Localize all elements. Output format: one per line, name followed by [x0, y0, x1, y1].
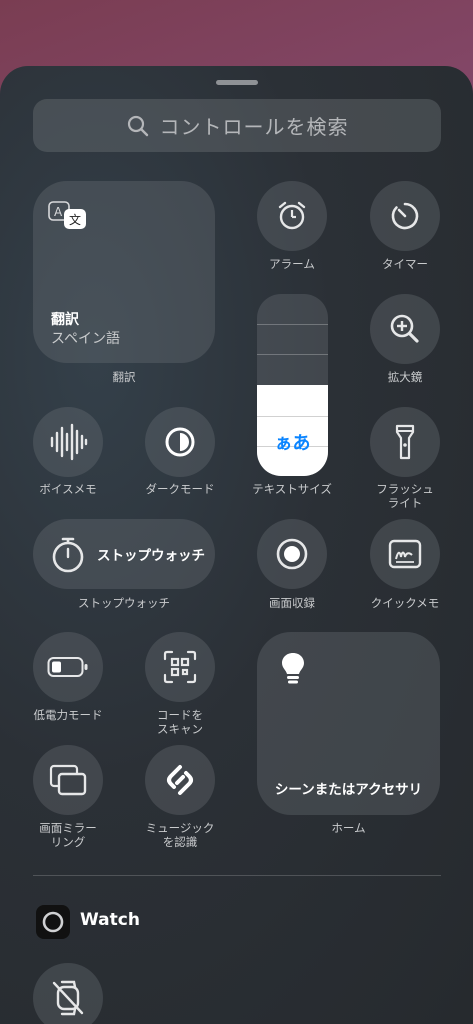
lightbulb-icon [282, 653, 304, 684]
alarm-label: アラーム [269, 257, 315, 271]
timer-button[interactable] [370, 181, 440, 251]
translate-subtitle: スペイン語 [51, 331, 121, 347]
search-icon [127, 115, 148, 136]
stopwatch-icon [52, 537, 84, 573]
search-field[interactable]: コントロールを検索 [33, 99, 441, 152]
text-size-tick [257, 416, 328, 417]
svg-text:文: 文 [69, 212, 81, 227]
stopwatch-caption: ストップウォッチ [78, 596, 170, 610]
text-size-tick [257, 324, 328, 325]
battery-icon [47, 657, 88, 677]
shazam-icon [167, 765, 193, 795]
screen-record-button[interactable] [257, 519, 327, 589]
text-size-glyph: ぁあ [274, 433, 311, 454]
voice-memo-label: ボイスメモ [39, 482, 97, 496]
watch-slash-icon [52, 980, 84, 1016]
qr-scan-icon [163, 650, 197, 684]
code-scanner-label: コードを スキャン [157, 708, 203, 736]
svg-text:A: A [54, 205, 63, 219]
voice-memo-button[interactable] [33, 407, 103, 477]
magnifier-button[interactable] [370, 294, 440, 364]
flashlight-icon [395, 424, 415, 460]
screen-record-label: 画面収録 [269, 596, 315, 610]
alarm-icon [278, 201, 306, 230]
translate-tile[interactable]: A 文 翻訳 スペイン語 [33, 181, 215, 363]
search-placeholder: コントロールを検索 [159, 115, 349, 139]
translate-caption: 翻訳 [112, 370, 136, 384]
section-divider [33, 875, 441, 876]
text-size-slider[interactable]: ぁあ [257, 294, 328, 476]
quick-note-label: クイックメモ [370, 596, 440, 610]
record-icon [276, 538, 308, 570]
sheet-grabber[interactable] [216, 80, 258, 85]
home-caption: ホーム [331, 821, 366, 835]
flashlight-button[interactable] [370, 407, 440, 477]
quick-note-button[interactable] [370, 519, 440, 589]
magnifier-icon [390, 314, 419, 343]
stopwatch-tile[interactable]: ストップウォッチ [33, 519, 215, 589]
magnifier-label: 拡大鏡 [387, 370, 423, 384]
dark-mode-button[interactable] [145, 407, 215, 477]
screen-mirroring-label: 画面ミラー リング [39, 821, 97, 849]
music-recognition-label: ミュージック を認識 [145, 821, 215, 849]
translate-icon: A 文 [48, 201, 86, 229]
watch-app-icon [36, 905, 70, 939]
dark-mode-label: ダークモード [145, 482, 215, 496]
code-scanner-button[interactable] [145, 632, 215, 702]
control-center-sheet: コントロールを検索 A 文 翻訳 スペイン語 翻訳 アラーム タイマー ぁあ テ… [0, 66, 473, 1024]
text-size-label: テキストサイズ [252, 482, 332, 496]
text-size-tick [257, 354, 328, 355]
watch-section-title: Watch [80, 910, 140, 930]
dark-mode-icon [165, 427, 195, 457]
low-power-button[interactable] [33, 632, 103, 702]
home-title: シーンまたはアクセサリ [274, 782, 423, 798]
quick-note-icon [388, 539, 422, 569]
home-tile[interactable]: シーンまたはアクセサリ [257, 632, 440, 815]
screen-mirroring-button[interactable] [33, 745, 103, 815]
flashlight-label: フラッシュ ライト [376, 482, 434, 510]
timer-label: タイマー [382, 257, 428, 271]
translate-title: 翻訳 [51, 312, 79, 328]
alarm-button[interactable] [257, 181, 327, 251]
waveform-icon [50, 423, 88, 461]
watch-icon [42, 911, 64, 933]
watch-unlock-button[interactable] [33, 963, 103, 1024]
timer-icon [391, 202, 419, 230]
stopwatch-title: ストップウォッチ [97, 548, 205, 564]
screen-mirroring-icon [49, 764, 87, 796]
music-recognition-button[interactable] [145, 745, 215, 815]
low-power-label: 低電力モード [33, 708, 103, 722]
